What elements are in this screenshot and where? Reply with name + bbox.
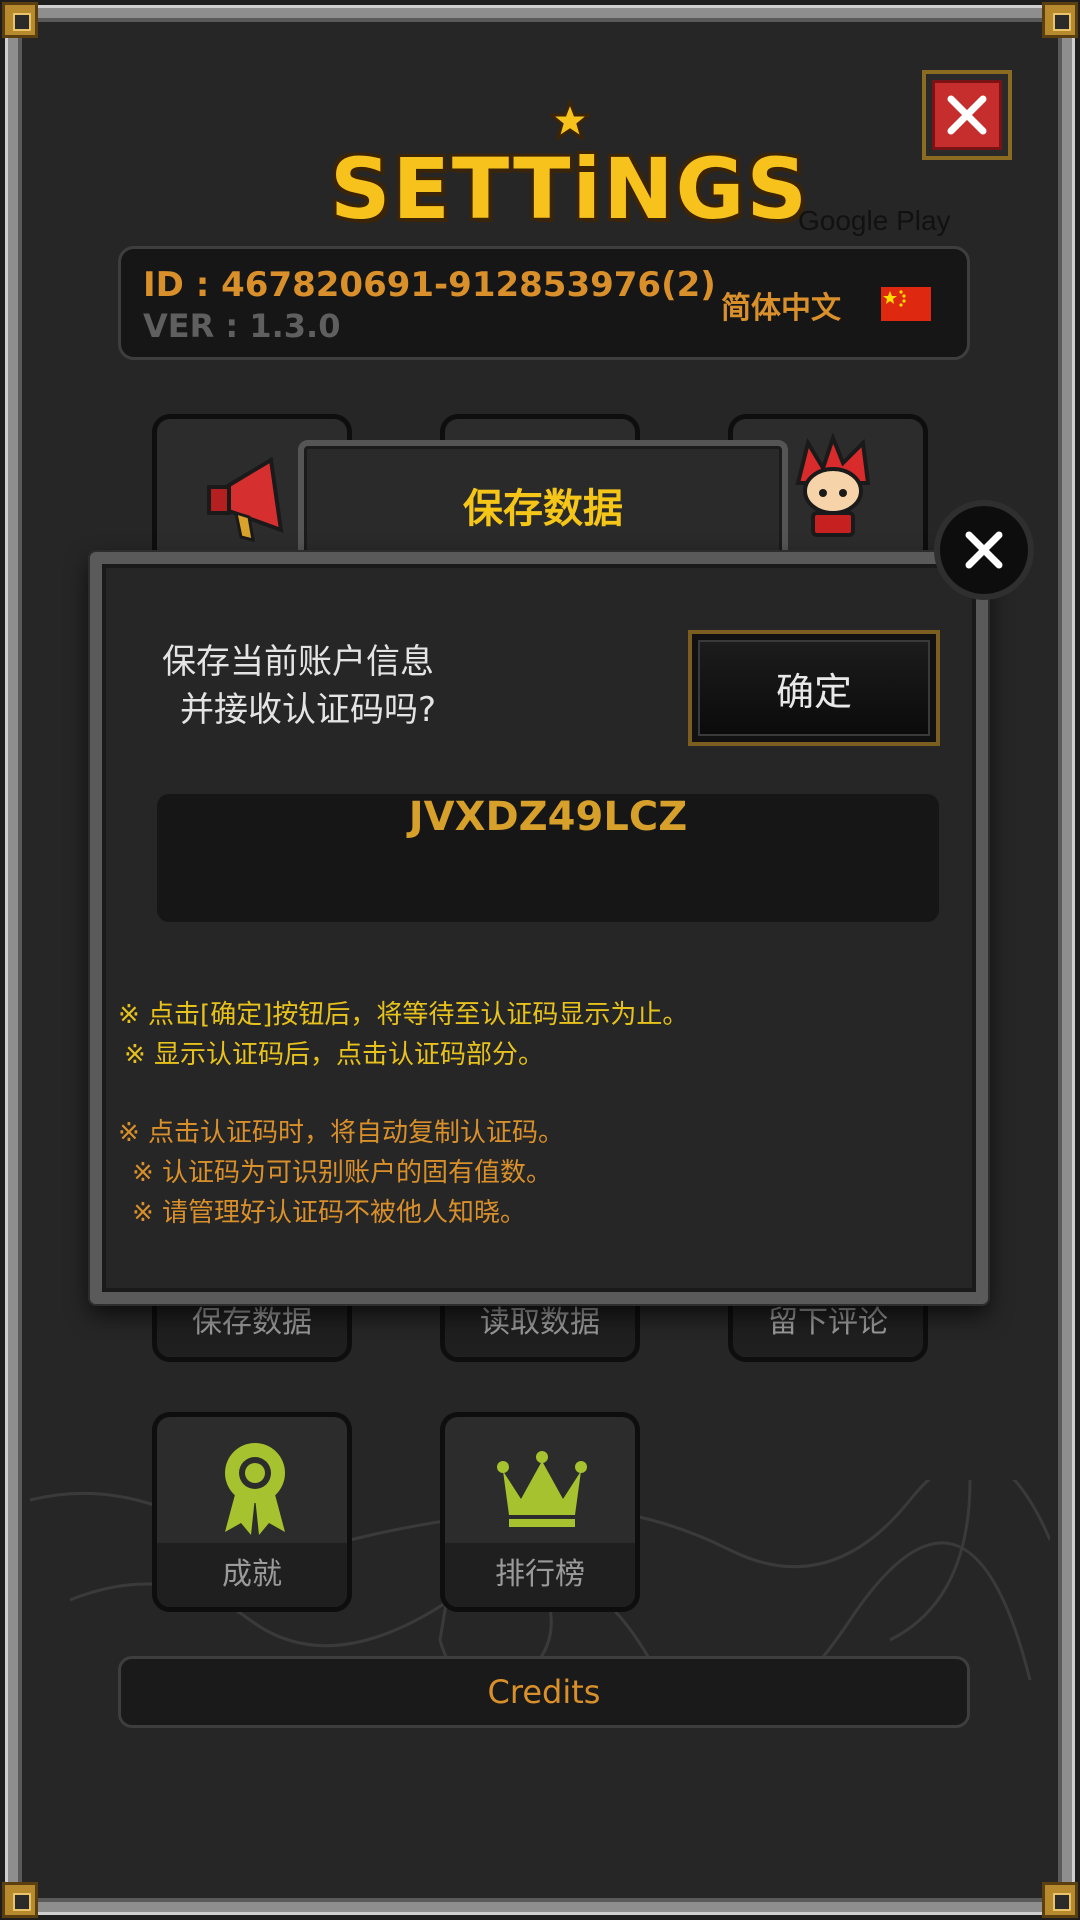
close-dialog-button[interactable] xyxy=(934,500,1034,600)
auth-code-field[interactable]: JVXDZ49LCZ xyxy=(157,794,939,922)
close-settings-button[interactable] xyxy=(922,70,1012,160)
tile-leave-review-label: 留下评论 xyxy=(733,1297,923,1357)
dialog-note: ※ 点击[确定]按钮后，将等待至认证码显示为止。 xyxy=(118,1000,689,1030)
account-info-bar: ID : 467820691-912853976(2) VER : 1.3.0 … xyxy=(118,246,970,360)
settings-logo: SETTiNGS xyxy=(330,100,809,250)
confirm-button-label: 确定 xyxy=(698,640,930,736)
dialog-note: ※ 显示认证码后，点击认证码部分。 xyxy=(124,1040,545,1070)
megaphone-icon xyxy=(207,456,284,543)
account-id: ID : 467820691-912853976(2) xyxy=(143,265,716,305)
app-version: VER : 1.3.0 xyxy=(143,307,341,345)
settings-title: SETTiNGS xyxy=(330,140,809,238)
save-data-dialog: 保存当前账户信息 并接收认证码吗? 确定 JVXDZ49LCZ ※ 点击[确定]… xyxy=(90,552,988,1304)
tile-achievements[interactable]: 成就 xyxy=(152,1412,352,1612)
frame-corner xyxy=(1042,2,1078,38)
dialog-note: ※ 请管理好认证码不被他人知晓。 xyxy=(132,1198,527,1228)
hero-character-icon xyxy=(795,433,871,537)
language-selector[interactable]: 简体中文 xyxy=(721,283,841,327)
achievement-ribbon-icon xyxy=(225,1443,285,1535)
dialog-note: ※ 认证码为可识别账户的固有值数。 xyxy=(132,1158,553,1188)
close-icon xyxy=(965,531,1003,569)
dialog-title-tab: 保存数据 xyxy=(298,440,788,570)
dialog-note: ※ 点击认证码时，将自动复制认证码。 xyxy=(118,1118,565,1148)
frame-corner xyxy=(2,2,38,38)
tile-leaderboard[interactable]: 排行榜 xyxy=(440,1412,640,1612)
frame-corner xyxy=(2,1882,38,1918)
star-icon xyxy=(550,100,590,140)
confirm-button[interactable]: 确定 xyxy=(688,630,940,746)
tile-save-data-label: 保存数据 xyxy=(157,1297,347,1357)
china-flag-icon[interactable] xyxy=(881,287,931,321)
google-play-label[interactable]: Google Play xyxy=(798,205,951,237)
frame-corner xyxy=(1042,1882,1078,1918)
tile-leaderboard-label: 排行榜 xyxy=(445,1543,635,1607)
tile-achievements-label: 成就 xyxy=(157,1543,347,1607)
dialog-title: 保存数据 xyxy=(463,486,623,532)
tile-load-data-label: 读取数据 xyxy=(445,1297,635,1357)
dialog-question-line1: 保存当前账户信息 xyxy=(162,642,434,682)
crown-icon xyxy=(497,1451,587,1527)
credits-button[interactable]: Credits xyxy=(118,1656,970,1728)
dialog-question-line2: 并接收认证码吗? xyxy=(180,690,437,730)
close-icon xyxy=(947,95,987,135)
